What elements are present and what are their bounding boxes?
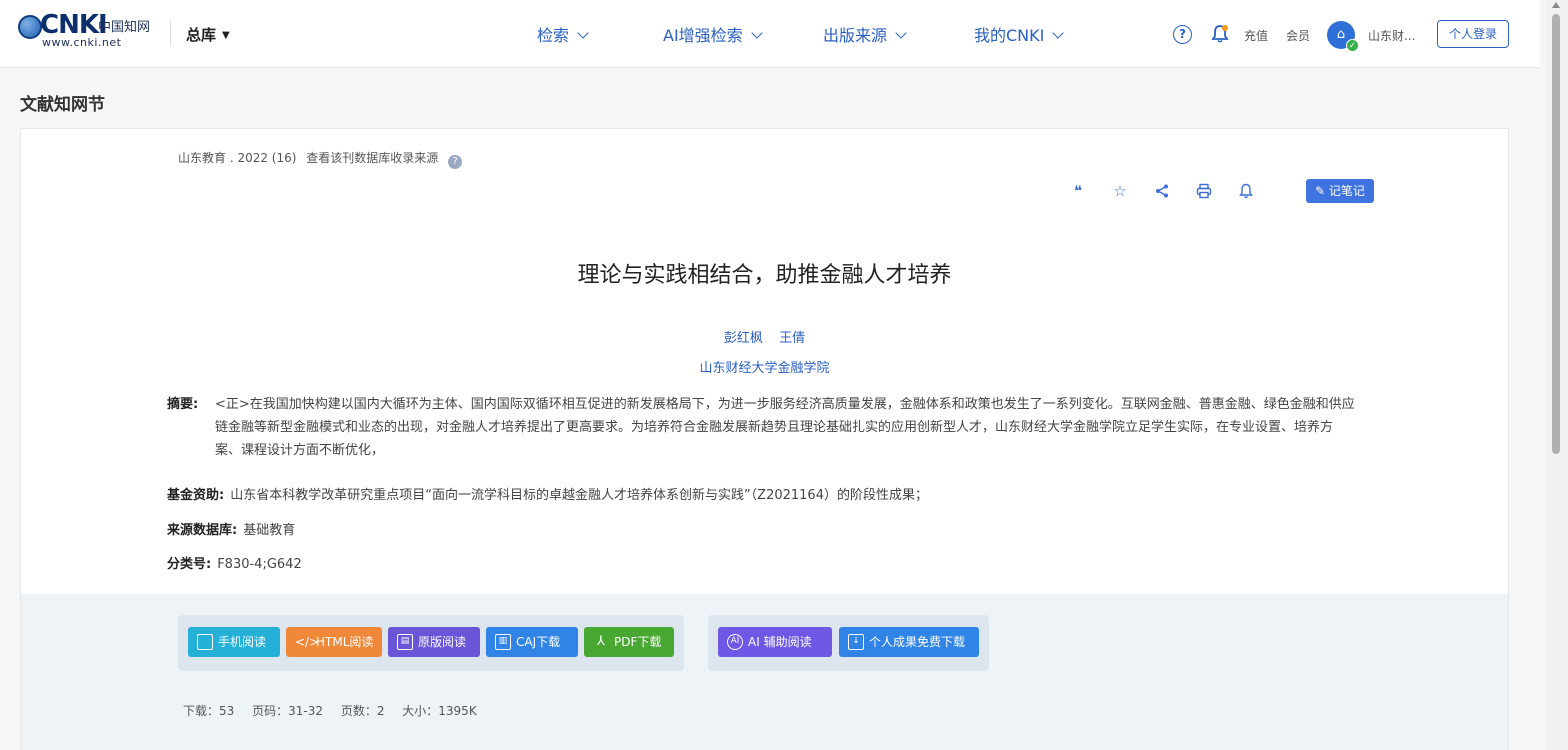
source-db-text: 基础教育 xyxy=(243,523,296,538)
ai-icon: AI xyxy=(727,634,743,650)
article-stats: 下载：53 页码：31-32 页数：2 大小：1395K xyxy=(183,702,491,719)
page-count: 页数：2 xyxy=(340,704,385,718)
fund-row: 基金资助: 山东省本科教学改革研究重点项目“面向一流学科目标的卓越金融人才培养体系… xyxy=(167,484,928,503)
cnki-logo[interactable]: CNKI 中国知网 www.cnki.net xyxy=(18,10,168,52)
abstract-text: <正>在我国加快构建以国内大循环为主体、国内国际双循环相互促进的新发展格局下，为… xyxy=(215,397,1355,458)
classification-row: 分类号: F830-4;G642 xyxy=(167,553,302,572)
phone-icon xyxy=(197,634,213,650)
author-link[interactable]: 王倩 xyxy=(779,331,805,346)
book-icon: ▤ xyxy=(397,634,413,650)
free-download-button[interactable]: ↓ 个人成果免费下载 xyxy=(839,627,979,657)
page-scrollbar[interactable] xyxy=(1546,0,1568,750)
chevron-down-icon xyxy=(1052,27,1065,39)
html-read-button[interactable]: </> HTML阅读 xyxy=(286,627,382,657)
verified-check-icon: ✓ xyxy=(1346,39,1359,52)
share-icon[interactable] xyxy=(1150,179,1174,203)
quote-icon[interactable]: ❝ xyxy=(1066,179,1090,203)
note-button[interactable]: ✎ 记笔记 xyxy=(1306,179,1374,203)
chevron-down-icon xyxy=(751,27,763,39)
institution-name[interactable]: 山东财... xyxy=(1368,27,1415,44)
fund-label: 基金资助: xyxy=(167,488,225,503)
button-label: HTML阅读 xyxy=(316,635,374,649)
nav-ai-search[interactable]: AI增强检索 xyxy=(663,22,763,46)
article-source-line: 山东教育 . 2022 (16) 查看该刊数据库收录来源 ? xyxy=(178,149,468,169)
nav-publication-source[interactable]: 出版来源 xyxy=(823,22,907,46)
caj-icon: ▥ xyxy=(495,634,511,650)
caret-down-icon: ▼ xyxy=(222,30,230,41)
caj-download-button[interactable]: ▥ CAJ下载 xyxy=(486,627,578,657)
article-title: 理论与实践相结合，助推金融人才培养 xyxy=(577,263,952,288)
button-label: AI 辅助阅读 xyxy=(748,635,812,649)
pdf-icon: ⅄ xyxy=(597,634,605,649)
journal-issue-link[interactable]: 山东教育 . 2022 (16) xyxy=(178,151,296,165)
nav-search[interactable]: 检索 xyxy=(537,22,589,46)
nav-label: AI增强检索 xyxy=(663,26,743,45)
page-section-title: 文献知网节 xyxy=(20,95,105,115)
code-icon: </> xyxy=(295,635,320,649)
top-navigation-bar: CNKI 中国知网 www.cnki.net 总库 ▼ 检索 AI增强检索 出版来… xyxy=(0,0,1540,68)
abstract-label: 摘要: xyxy=(167,397,199,412)
ai-read-button[interactable]: AI AI 辅助阅读 xyxy=(718,627,832,657)
source-db-label: 来源数据库: xyxy=(167,523,238,538)
bell-icon[interactable] xyxy=(1210,24,1230,44)
db-source-link[interactable]: 查看该刊数据库收录来源 xyxy=(306,151,438,165)
file-size: 大小：1395K xyxy=(402,704,477,718)
personal-login-button[interactable]: 个人登录 xyxy=(1437,20,1509,48)
nav-label: 出版来源 xyxy=(823,26,888,45)
alert-bell-icon[interactable] xyxy=(1234,179,1258,203)
globe-icon xyxy=(18,15,42,39)
logo-url: www.cnki.net xyxy=(42,36,122,49)
read-download-group: 手机阅读 </> HTML阅读 ▤ 原版阅读 ▥ CAJ下载 ⅄ PDF下载 xyxy=(178,615,684,671)
button-label: 手机阅读 xyxy=(218,635,267,649)
original-read-button[interactable]: ▤ 原版阅读 xyxy=(388,627,480,657)
fund-text[interactable]: 山东省本科教学改革研究重点项目“面向一流学科目标的卓越金融人才培养体系创新与实践… xyxy=(230,488,928,503)
chevron-down-icon xyxy=(895,27,907,39)
article-card: 山东教育 . 2022 (16) 查看该刊数据库收录来源 ? ❝ ☆ ✎ 记笔记… xyxy=(20,128,1509,750)
recharge-link[interactable]: 充值 xyxy=(1244,27,1268,44)
scrollbar-thumb[interactable] xyxy=(1552,14,1560,454)
note-button-label: 记笔记 xyxy=(1328,184,1365,198)
member-link[interactable]: 会员 xyxy=(1286,27,1310,44)
question-icon[interactable]: ? xyxy=(448,155,463,169)
classification-label: 分类号: xyxy=(167,557,212,572)
abstract-block: 摘要: <正>在我国加快构建以国内大循环为主体、国内国际双循环相互促进的新发展格… xyxy=(167,393,1357,462)
button-label: 原版阅读 xyxy=(418,635,467,649)
chevron-down-icon xyxy=(577,27,589,39)
library-label: 总库 xyxy=(186,26,217,44)
nav-label: 检索 xyxy=(537,26,570,45)
author-link[interactable]: 彭红枫 xyxy=(724,331,763,346)
pdf-download-button[interactable]: ⅄ PDF下载 xyxy=(584,627,674,657)
author-list: 彭红枫 王倩 xyxy=(21,327,1508,346)
institution-avatar[interactable]: ⌂ ✓ xyxy=(1327,21,1359,52)
button-label: 个人成果免费下载 xyxy=(869,635,966,649)
downloads-count: 下载：53 xyxy=(183,704,235,718)
download-icon: ↓ xyxy=(848,634,864,650)
help-icon[interactable]: ? xyxy=(1173,25,1192,44)
star-icon[interactable]: ☆ xyxy=(1108,179,1132,203)
library-dropdown[interactable]: 总库 ▼ xyxy=(186,24,230,45)
page-range: 页码：31-32 xyxy=(252,704,323,718)
button-label: CAJ下载 xyxy=(516,635,561,649)
header-divider xyxy=(170,20,171,46)
button-label: PDF下载 xyxy=(614,635,662,649)
nav-my-cnki[interactable]: 我的CNKI xyxy=(974,22,1065,46)
ai-tools-group: AI AI 辅助阅读 ↓ 个人成果免费下载 xyxy=(708,615,989,671)
affiliation-link[interactable]: 山东财经大学金融学院 xyxy=(21,357,1508,376)
logo-chinese: 中国知网 xyxy=(98,20,151,35)
classification-text: F830-4;G642 xyxy=(217,557,302,572)
print-icon[interactable] xyxy=(1192,179,1216,203)
source-db-row: 来源数据库: 基础教育 xyxy=(167,519,295,538)
scroll-up-arrow-icon[interactable] xyxy=(1552,2,1560,8)
mobile-read-button[interactable]: 手机阅读 xyxy=(188,627,280,657)
nav-label: 我的CNKI xyxy=(974,26,1045,45)
